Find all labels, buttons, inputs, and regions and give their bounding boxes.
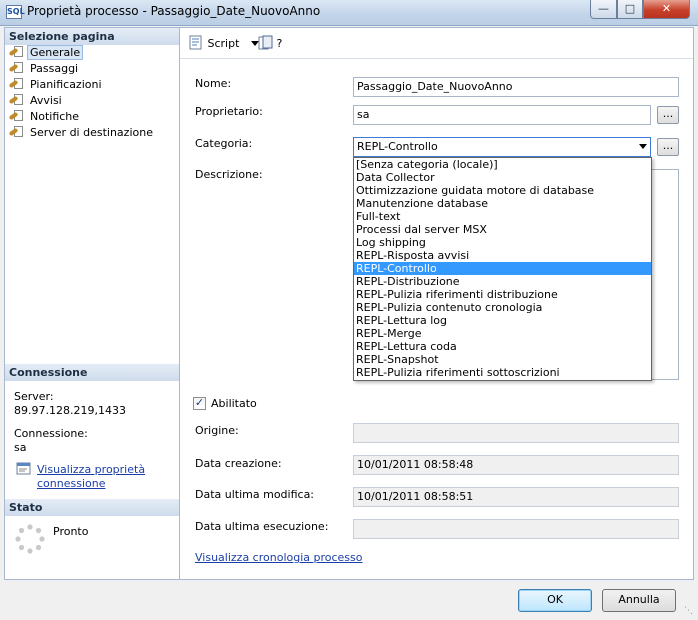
owner-field[interactable]: sa xyxy=(353,105,651,125)
help-label: ? xyxy=(276,37,283,50)
close-button[interactable]: ✕ xyxy=(643,0,690,19)
right-pane: Script ? Nome: Passaggio_Date_NuovoAnno … xyxy=(180,27,694,580)
window-title: Proprietà processo - Passaggio_Date_Nuov… xyxy=(27,4,321,18)
view-job-history-link[interactable]: Visualizza cronologia processo xyxy=(195,551,363,564)
category-option[interactable]: REPL-Lettura log xyxy=(354,314,651,327)
category-option[interactable]: REPL-Risposta avvisi xyxy=(354,249,651,262)
maximize-button[interactable]: □ xyxy=(617,0,643,19)
progress-spinner-icon xyxy=(15,524,45,554)
cancel-button[interactable]: Annulla xyxy=(602,589,676,612)
left-pane: Selezione pagina Generale Passaggi Pianifi… xyxy=(4,27,180,580)
sidebar-item[interactable]: Avvisi xyxy=(8,93,62,109)
view-connection-properties-link-line2[interactable]: connessione xyxy=(37,477,105,490)
toolbar: Script ? xyxy=(180,28,693,59)
category-option[interactable]: Data Collector xyxy=(354,171,651,184)
category-browse-button[interactable]: ... xyxy=(657,138,679,156)
sidebar-item[interactable]: Generale xyxy=(8,45,84,61)
connection-value: sa xyxy=(14,441,27,454)
sidebar-item[interactable]: Server di destinazione xyxy=(8,125,153,141)
status-header: Stato xyxy=(5,499,179,516)
resize-grip-icon[interactable]: ⋱ xyxy=(684,606,696,618)
sidebar-item[interactable]: Pianificazioni xyxy=(8,77,102,93)
name-field[interactable]: Passaggio_Date_NuovoAnno xyxy=(353,77,679,97)
category-option[interactable]: Manutenzione database xyxy=(354,197,651,210)
category-option[interactable]: REPL-Pulizia riferimenti sottoscrizioni xyxy=(354,366,651,379)
owner-label: Proprietario: xyxy=(195,105,263,118)
category-dropdown-list: [Senza categoria (locale)] Data Collector… xyxy=(353,157,652,381)
category-label: Categoria: xyxy=(195,137,253,150)
owner-browse-button[interactable]: ... xyxy=(657,106,679,124)
sidebar-item[interactable]: Passaggi xyxy=(8,61,79,77)
category-option[interactable]: REPL-Merge xyxy=(354,327,651,340)
created-label: Data creazione: xyxy=(195,457,282,470)
view-connection-properties-link[interactable]: Visualizza proprietà xyxy=(37,463,145,476)
sidebar-item-label: Passaggi xyxy=(30,62,79,75)
chevron-down-icon[interactable] xyxy=(639,144,647,149)
sidebar-item-label: Pianificazioni xyxy=(30,78,102,91)
category-option[interactable]: Ottimizzazione guidata motore di databas… xyxy=(354,184,651,197)
category-option[interactable]: REPL-Pulizia riferimenti distribuzione xyxy=(354,288,651,301)
category-option[interactable]: Processi dal server MSX xyxy=(354,223,651,236)
page-wrench-icon xyxy=(8,110,24,122)
modified-field: 10/01/2011 08:58:51 xyxy=(353,487,679,507)
category-option[interactable]: [Senza categoria (locale)] xyxy=(354,158,651,171)
connection-label: Connessione: xyxy=(14,427,88,440)
page-wrench-icon xyxy=(8,126,24,138)
category-option[interactable]: REPL-Pulizia contenuto cronologia xyxy=(354,301,651,314)
category-selected-value: REPL-Controllo xyxy=(357,140,438,153)
job-icon: SQL xyxy=(6,5,25,19)
origin-label: Origine: xyxy=(195,424,239,437)
category-option[interactable]: REPL-Lettura coda xyxy=(354,340,651,353)
status-value: Pronto xyxy=(53,525,89,538)
page-wrench-icon xyxy=(8,78,24,90)
script-icon xyxy=(189,35,202,50)
page-wrench-icon xyxy=(8,94,24,106)
sidebar-item-label: Avvisi xyxy=(30,94,62,107)
sidebar-item[interactable]: Notifiche xyxy=(8,109,80,125)
last-exec-field xyxy=(353,519,679,539)
server-label: Server: xyxy=(14,390,54,403)
minimize-button[interactable]: — xyxy=(590,0,617,19)
script-label: Script xyxy=(207,37,240,50)
category-option[interactable]: REPL-Controllo xyxy=(354,262,651,275)
help-button[interactable]: ? xyxy=(258,35,282,53)
description-label: Descrizione: xyxy=(195,168,263,181)
category-combobox[interactable]: REPL-Controllo xyxy=(353,137,651,157)
category-option[interactable]: REPL-Distribuzione xyxy=(354,275,651,288)
last-exec-label: Data ultima esecuzione: xyxy=(195,520,329,533)
category-option[interactable]: REPL-Snapshot xyxy=(354,353,651,366)
connection-header: Connessione xyxy=(5,364,179,381)
modified-label: Data ultima modifica: xyxy=(195,488,315,501)
created-field: 10/01/2011 08:58:48 xyxy=(353,455,679,475)
enabled-label: Abilitato xyxy=(211,397,257,410)
name-label: Nome: xyxy=(195,77,232,90)
page-wrench-icon xyxy=(8,46,24,58)
enabled-checkbox[interactable]: ✓ xyxy=(193,397,206,410)
help-icon xyxy=(258,35,273,50)
select-page-header: Selezione pagina xyxy=(5,28,179,45)
origin-field xyxy=(353,423,679,443)
server-value: 89.97.128.219,1433 xyxy=(14,404,126,417)
ok-button[interactable]: OK xyxy=(518,589,592,612)
category-option[interactable]: Full-text xyxy=(354,210,651,223)
sidebar-item-label: Generale xyxy=(27,45,84,60)
script-button[interactable]: Script xyxy=(188,35,259,53)
sidebar-item-label: Notifiche xyxy=(30,110,80,123)
properties-icon xyxy=(16,462,31,475)
category-option[interactable]: Log shipping xyxy=(354,236,651,249)
page-wrench-icon xyxy=(8,62,24,74)
sidebar-item-label: Server di destinazione xyxy=(30,126,153,139)
